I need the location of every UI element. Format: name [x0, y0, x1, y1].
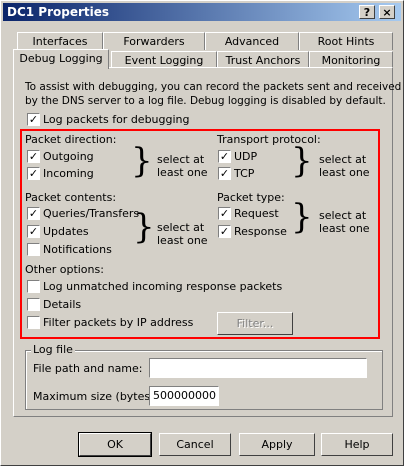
response-label: Response	[234, 225, 287, 238]
contents-hint-line2: least one	[157, 234, 208, 247]
request-label: Request	[234, 207, 279, 220]
filter-ip-label: Filter packets by IP address	[43, 316, 194, 329]
title-bar[interactable]: DC1 Properties ? ×	[3, 3, 401, 21]
udp-checkbox[interactable]: ✓	[218, 150, 231, 163]
max-size-input[interactable]: 500000000	[149, 386, 219, 406]
tcp-label: TCP	[234, 167, 255, 180]
tcp-checkbox[interactable]: ✓	[218, 167, 231, 180]
transport-hint-line1: select at	[319, 153, 367, 166]
tab-root-hints[interactable]: Root Hints	[299, 32, 393, 50]
details-checkbox[interactable]	[27, 298, 40, 311]
request-checkbox[interactable]: ✓	[218, 207, 231, 220]
updates-label: Updates	[43, 225, 89, 238]
log-unmatched-checkbox[interactable]	[27, 280, 40, 293]
updates-checkbox[interactable]: ✓	[27, 225, 40, 238]
brace-icon: }	[291, 197, 313, 237]
details-label: Details	[43, 298, 82, 311]
intro-text-line2: by the DNS server to a log file. Debug l…	[25, 95, 386, 107]
notifications-label: Notifications	[43, 243, 112, 256]
file-path-input[interactable]	[149, 358, 367, 378]
outgoing-label: Outgoing	[43, 150, 94, 163]
incoming-checkbox[interactable]: ✓	[27, 167, 40, 180]
apply-button[interactable]: Apply	[239, 433, 315, 456]
max-size-label: Maximum size (bytes):	[33, 390, 159, 403]
help-icon[interactable]: ?	[359, 5, 375, 19]
packet-contents-heading: Packet contents:	[25, 191, 117, 204]
intro-text-line1: To assist with debugging, you can record…	[25, 81, 402, 93]
response-checkbox[interactable]: ✓	[218, 225, 231, 238]
direction-hint-line1: select at	[157, 153, 205, 166]
window-title: DC1 Properties	[7, 5, 110, 19]
type-hint-line1: select at	[319, 209, 367, 222]
packet-type-heading: Packet type:	[217, 191, 285, 204]
contents-hint-line1: select at	[157, 221, 205, 234]
brace-icon: }	[131, 141, 153, 181]
other-options-heading: Other options:	[25, 263, 104, 276]
brace-icon: }	[291, 141, 313, 181]
help-button[interactable]: Help	[321, 433, 393, 456]
close-icon[interactable]: ×	[379, 5, 395, 19]
outgoing-checkbox[interactable]: ✓	[27, 150, 40, 163]
direction-hint-line2: least one	[157, 166, 208, 179]
tab-debug-logging[interactable]: Debug Logging	[13, 49, 109, 69]
queries-transfers-checkbox[interactable]: ✓	[27, 207, 40, 220]
transport-hint-line2: least one	[319, 166, 370, 179]
filter-ip-checkbox[interactable]	[27, 316, 40, 329]
file-path-label: File path and name:	[33, 362, 143, 375]
tab-advanced[interactable]: Advanced	[205, 32, 299, 50]
filter-button[interactable]: Filter...	[217, 312, 293, 335]
packet-direction-heading: Packet direction:	[25, 133, 117, 146]
type-hint-line2: least one	[319, 222, 370, 235]
properties-dialog: DC1 Properties ? × Interfaces Forwarders…	[0, 0, 404, 466]
incoming-label: Incoming	[43, 167, 94, 180]
cancel-button[interactable]: Cancel	[159, 433, 231, 456]
brace-icon: }	[133, 207, 155, 247]
log-file-group-label: Log file	[31, 343, 75, 356]
tab-interfaces[interactable]: Interfaces	[17, 32, 103, 50]
notifications-checkbox[interactable]	[27, 243, 40, 256]
udp-label: UDP	[234, 150, 258, 163]
ok-button[interactable]: OK	[78, 432, 152, 457]
log-packets-label: Log packets for debugging	[43, 113, 190, 126]
log-unmatched-label: Log unmatched incoming response packets	[43, 280, 283, 293]
queries-transfers-label: Queries/Transfers	[43, 207, 140, 220]
tab-forwarders[interactable]: Forwarders	[103, 32, 205, 50]
log-packets-checkbox[interactable]: ✓	[27, 113, 40, 126]
